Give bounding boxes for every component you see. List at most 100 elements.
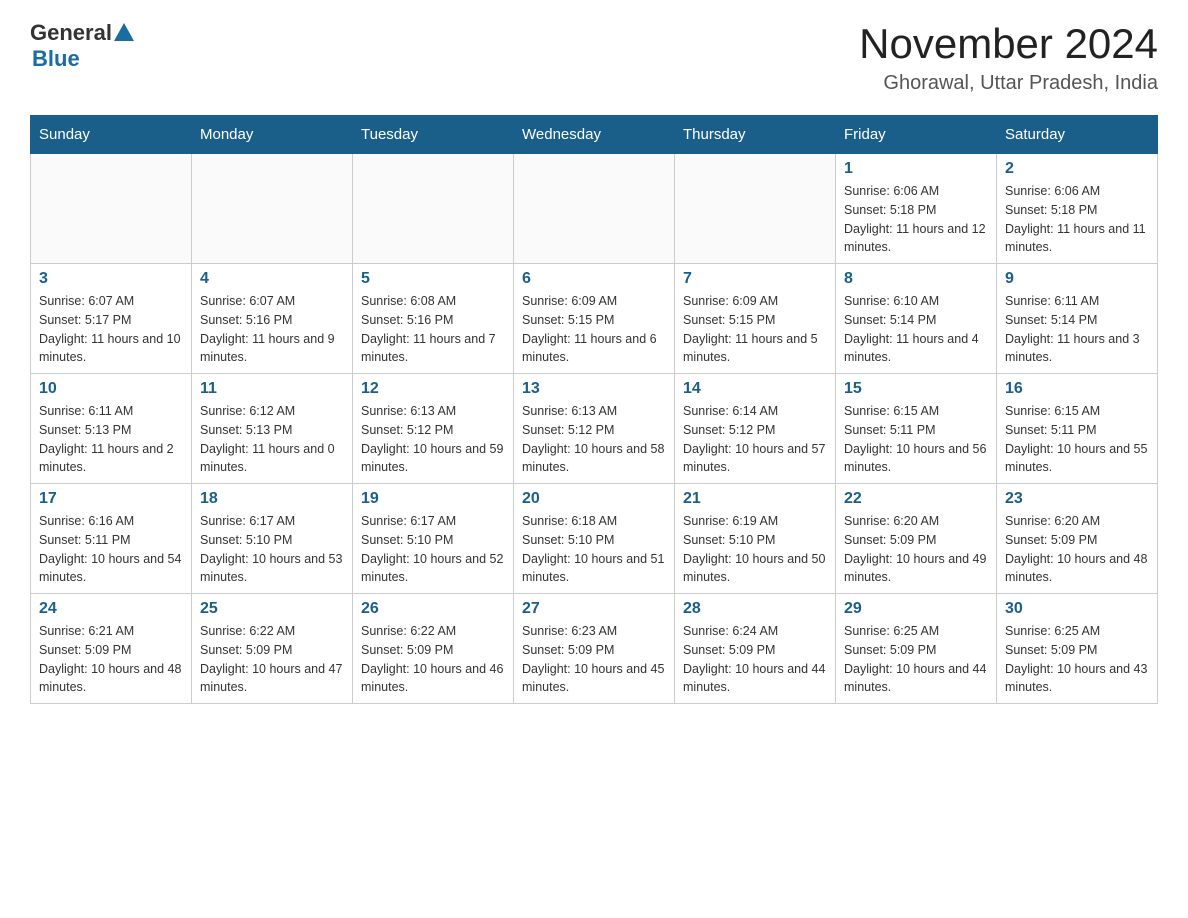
calendar-cell	[514, 154, 675, 264]
day-number: 15	[844, 380, 988, 398]
day-number: 23	[1005, 490, 1149, 508]
weekday-header-sunday: Sunday	[31, 116, 192, 154]
day-info: Sunrise: 6:20 AM Sunset: 5:09 PM Dayligh…	[1005, 512, 1149, 587]
week-row-4: 17 Sunrise: 6:16 AM Sunset: 5:11 PM Dayli…	[31, 484, 1158, 594]
day-number: 11	[200, 380, 344, 398]
logo-blue-text: Blue	[32, 46, 80, 72]
calendar-cell: 5 Sunrise: 6:08 AM Sunset: 5:16 PM Daylig…	[353, 264, 514, 374]
day-info: Sunrise: 6:22 AM Sunset: 5:09 PM Dayligh…	[361, 622, 505, 697]
day-info: Sunrise: 6:13 AM Sunset: 5:12 PM Dayligh…	[522, 402, 666, 477]
day-number: 6	[522, 270, 666, 288]
day-number: 27	[522, 600, 666, 618]
page-header: General Blue November 2024 Ghorawal, Utt…	[30, 20, 1158, 95]
day-number: 5	[361, 270, 505, 288]
day-number: 25	[200, 600, 344, 618]
day-info: Sunrise: 6:15 AM Sunset: 5:11 PM Dayligh…	[844, 402, 988, 477]
calendar-cell: 26 Sunrise: 6:22 AM Sunset: 5:09 PM Dayli…	[353, 594, 514, 704]
logo-triangle-icon	[114, 23, 134, 41]
day-info: Sunrise: 6:08 AM Sunset: 5:16 PM Dayligh…	[361, 292, 505, 367]
calendar-cell: 19 Sunrise: 6:17 AM Sunset: 5:10 PM Dayli…	[353, 484, 514, 594]
calendar-cell: 21 Sunrise: 6:19 AM Sunset: 5:10 PM Dayli…	[675, 484, 836, 594]
calendar-cell: 2Sunrise: 6:06 AM Sunset: 5:18 PM Daylig…	[997, 154, 1158, 264]
day-info: Sunrise: 6:14 AM Sunset: 5:12 PM Dayligh…	[683, 402, 827, 477]
calendar-cell: 3 Sunrise: 6:07 AM Sunset: 5:17 PM Daylig…	[31, 264, 192, 374]
day-number: 20	[522, 490, 666, 508]
day-number: 26	[361, 600, 505, 618]
day-info: Sunrise: 6:15 AM Sunset: 5:11 PM Dayligh…	[1005, 402, 1149, 477]
calendar-cell: 29 Sunrise: 6:25 AM Sunset: 5:09 PM Dayli…	[836, 594, 997, 704]
day-number: 14	[683, 380, 827, 398]
day-info: Sunrise: 6:20 AM Sunset: 5:09 PM Dayligh…	[844, 512, 988, 587]
calendar-cell: 8 Sunrise: 6:10 AM Sunset: 5:14 PM Daylig…	[836, 264, 997, 374]
day-info: Sunrise: 6:09 AM Sunset: 5:15 PM Dayligh…	[683, 292, 827, 367]
day-info: Sunrise: 6:13 AM Sunset: 5:12 PM Dayligh…	[361, 402, 505, 477]
day-info: Sunrise: 6:16 AM Sunset: 5:11 PM Dayligh…	[39, 512, 183, 587]
calendar-title: November 2024	[859, 20, 1158, 68]
day-info: Sunrise: 6:07 AM Sunset: 5:17 PM Dayligh…	[39, 292, 183, 367]
weekday-header-row: SundayMondayTuesdayWednesdayThursdayFrid…	[31, 116, 1158, 154]
day-number: 30	[1005, 600, 1149, 618]
calendar-cell: 22 Sunrise: 6:20 AM Sunset: 5:09 PM Dayli…	[836, 484, 997, 594]
logo: General Blue	[30, 20, 134, 72]
day-info: Sunrise: 6:10 AM Sunset: 5:14 PM Dayligh…	[844, 292, 988, 367]
day-info: Sunrise: 6:09 AM Sunset: 5:15 PM Dayligh…	[522, 292, 666, 367]
calendar-table: SundayMondayTuesdayWednesdayThursdayFrid…	[30, 115, 1158, 704]
calendar-cell: 23 Sunrise: 6:20 AM Sunset: 5:09 PM Dayli…	[997, 484, 1158, 594]
weekday-header-thursday: Thursday	[675, 116, 836, 154]
calendar-cell: 24Sunrise: 6:21 AM Sunset: 5:09 PM Dayli…	[31, 594, 192, 704]
calendar-cell: 4Sunrise: 6:07 AM Sunset: 5:16 PM Daylig…	[192, 264, 353, 374]
calendar-cell: 17 Sunrise: 6:16 AM Sunset: 5:11 PM Dayli…	[31, 484, 192, 594]
calendar-cell: 9Sunrise: 6:11 AM Sunset: 5:14 PM Daylig…	[997, 264, 1158, 374]
day-info: Sunrise: 6:22 AM Sunset: 5:09 PM Dayligh…	[200, 622, 344, 697]
calendar-header: SundayMondayTuesdayWednesdayThursdayFrid…	[31, 116, 1158, 154]
day-number: 3	[39, 270, 183, 288]
logo-general-text: General	[30, 20, 112, 46]
day-number: 10	[39, 380, 183, 398]
day-info: Sunrise: 6:11 AM Sunset: 5:13 PM Dayligh…	[39, 402, 183, 477]
calendar-cell: 16Sunrise: 6:15 AM Sunset: 5:11 PM Dayli…	[997, 374, 1158, 484]
calendar-cell: 27 Sunrise: 6:23 AM Sunset: 5:09 PM Dayli…	[514, 594, 675, 704]
weekday-header-monday: Monday	[192, 116, 353, 154]
day-info: Sunrise: 6:17 AM Sunset: 5:10 PM Dayligh…	[361, 512, 505, 587]
day-number: 24	[39, 600, 183, 618]
day-info: Sunrise: 6:12 AM Sunset: 5:13 PM Dayligh…	[200, 402, 344, 477]
day-number: 9	[1005, 270, 1149, 288]
calendar-cell: 15 Sunrise: 6:15 AM Sunset: 5:11 PM Dayli…	[836, 374, 997, 484]
calendar-cell	[192, 154, 353, 264]
calendar-cell: 20Sunrise: 6:18 AM Sunset: 5:10 PM Dayli…	[514, 484, 675, 594]
week-row-5: 24Sunrise: 6:21 AM Sunset: 5:09 PM Dayli…	[31, 594, 1158, 704]
calendar-cell: 7Sunrise: 6:09 AM Sunset: 5:15 PM Daylig…	[675, 264, 836, 374]
day-info: Sunrise: 6:06 AM Sunset: 5:18 PM Dayligh…	[844, 182, 988, 257]
calendar-cell: 10 Sunrise: 6:11 AM Sunset: 5:13 PM Dayli…	[31, 374, 192, 484]
day-number: 8	[844, 270, 988, 288]
day-number: 18	[200, 490, 344, 508]
calendar-cell	[353, 154, 514, 264]
day-number: 22	[844, 490, 988, 508]
calendar-cell: 25 Sunrise: 6:22 AM Sunset: 5:09 PM Dayli…	[192, 594, 353, 704]
day-info: Sunrise: 6:24 AM Sunset: 5:09 PM Dayligh…	[683, 622, 827, 697]
calendar-cell: 18 Sunrise: 6:17 AM Sunset: 5:10 PM Dayli…	[192, 484, 353, 594]
day-number: 19	[361, 490, 505, 508]
calendar-cell: 30 Sunrise: 6:25 AM Sunset: 5:09 PM Dayli…	[997, 594, 1158, 704]
day-info: Sunrise: 6:23 AM Sunset: 5:09 PM Dayligh…	[522, 622, 666, 697]
calendar-cell: 28Sunrise: 6:24 AM Sunset: 5:09 PM Dayli…	[675, 594, 836, 704]
week-row-3: 10 Sunrise: 6:11 AM Sunset: 5:13 PM Dayli…	[31, 374, 1158, 484]
weekday-header-saturday: Saturday	[997, 116, 1158, 154]
day-info: Sunrise: 6:17 AM Sunset: 5:10 PM Dayligh…	[200, 512, 344, 587]
day-info: Sunrise: 6:19 AM Sunset: 5:10 PM Dayligh…	[683, 512, 827, 587]
day-info: Sunrise: 6:25 AM Sunset: 5:09 PM Dayligh…	[1005, 622, 1149, 697]
calendar-cell: 1 Sunrise: 6:06 AM Sunset: 5:18 PM Daylig…	[836, 154, 997, 264]
calendar-cell: 11 Sunrise: 6:12 AM Sunset: 5:13 PM Dayli…	[192, 374, 353, 484]
day-number: 17	[39, 490, 183, 508]
day-number: 21	[683, 490, 827, 508]
calendar-cell	[675, 154, 836, 264]
calendar-cell: 14 Sunrise: 6:14 AM Sunset: 5:12 PM Dayli…	[675, 374, 836, 484]
day-number: 29	[844, 600, 988, 618]
calendar-cell	[31, 154, 192, 264]
day-info: Sunrise: 6:25 AM Sunset: 5:09 PM Dayligh…	[844, 622, 988, 697]
weekday-header-wednesday: Wednesday	[514, 116, 675, 154]
calendar-cell: 6 Sunrise: 6:09 AM Sunset: 5:15 PM Daylig…	[514, 264, 675, 374]
day-info: Sunrise: 6:06 AM Sunset: 5:18 PM Dayligh…	[1005, 182, 1149, 257]
calendar-cell: 13Sunrise: 6:13 AM Sunset: 5:12 PM Dayli…	[514, 374, 675, 484]
day-number: 1	[844, 160, 988, 178]
